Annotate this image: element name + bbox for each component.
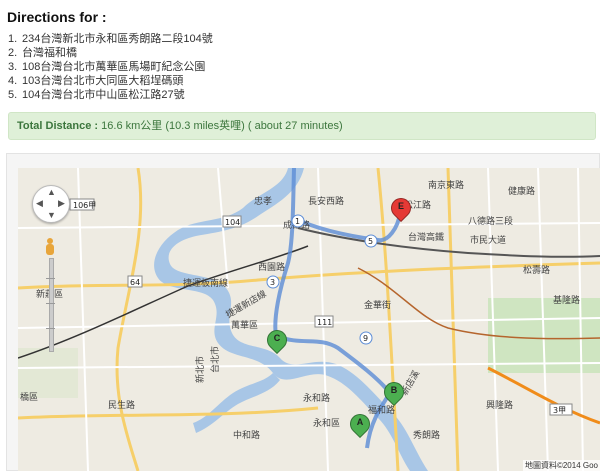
route-map[interactable]: 新莊區 萬華區 台北市 新北市 永和區 橋區 八德路三段 市民大道 台灣高鐵 長…	[18, 168, 600, 471]
list-item: 2. 台灣福和橋	[8, 46, 213, 60]
zoom-tick	[46, 328, 55, 329]
marker-letter: B	[390, 385, 398, 395]
map-canvas[interactable]: 新莊區 萬華區 台北市 新北市 永和區 橋區 八德路三段 市民大道 台灣高鐵 長…	[18, 168, 600, 471]
route-shield-label: 3甲	[553, 406, 566, 415]
stop-number: 1.	[8, 33, 18, 45]
stop-number: 4.	[8, 75, 18, 87]
route-shield-label: 64	[130, 278, 140, 287]
pan-control[interactable]: ▲ ▼ ◀ ▶	[32, 185, 70, 223]
pegman-body	[46, 244, 54, 255]
stops-list: 1. 234台灣新北市永和區秀朗路二段104號 2. 台灣福和橋 3. 108台灣台北…	[8, 32, 213, 102]
stop-address: 234台灣新北市永和區秀朗路二段104號	[22, 33, 213, 45]
stop-address: 103台灣台北市大同區大稻埕碼頭	[22, 75, 184, 87]
map-label: 台北市	[209, 346, 221, 373]
map-label: 健康路	[508, 185, 535, 197]
marker-letter: C	[273, 333, 281, 343]
marker-letter: A	[356, 417, 364, 427]
map-label: 秀朗路	[413, 429, 440, 441]
map-label: 忠孝	[254, 196, 272, 207]
stop-address: 104台灣台北市中山區松江路27號	[22, 89, 185, 101]
marker-letter: E	[397, 201, 404, 211]
map-label: 興隆路	[486, 399, 513, 411]
list-item: 1. 234台灣新北市永和區秀朗路二段104號	[8, 32, 213, 46]
map-label: 民生路	[108, 399, 135, 411]
map-marker-a[interactable]: A	[345, 409, 375, 444]
pan-left-icon[interactable]: ◀	[36, 199, 43, 208]
route-shield-label: 106甲	[73, 201, 96, 210]
route-shield-label: 3	[270, 278, 275, 287]
list-item: 4. 103台灣台北市大同區大稻埕碼頭	[8, 74, 213, 88]
stop-number: 2.	[8, 47, 18, 59]
map-label: 八德路三段	[468, 215, 513, 227]
directions-heading: Directions for :	[7, 9, 107, 25]
route-shield-label: 5	[368, 237, 373, 246]
map-marker-c[interactable]: C	[262, 325, 292, 360]
stop-number: 5.	[8, 89, 18, 101]
route-shield-label: 111	[317, 318, 332, 327]
zoom-tick	[46, 278, 55, 279]
river-branch	[193, 373, 280, 433]
map-marker-e[interactable]: E	[386, 193, 416, 228]
stop-address: 台灣福和橋	[22, 47, 77, 59]
street-view-pegman-icon[interactable]	[45, 238, 55, 256]
map-label: 西園路	[258, 261, 285, 273]
map-label: 捷運板南線	[183, 277, 228, 289]
map-label: 新北市	[194, 356, 206, 383]
zoom-tick	[46, 303, 55, 304]
map-label: 橋區	[20, 391, 38, 403]
minor-roads	[18, 168, 600, 471]
total-distance-value: 16.6 km公里 (10.3 miles英哩) ( about 27 minu…	[101, 120, 343, 132]
map-label: 基隆路	[553, 294, 580, 306]
map-label: 萬華區	[231, 319, 258, 331]
pan-up-icon[interactable]: ▲	[47, 188, 56, 197]
map-attribution[interactable]: 地圖資料©2014 Goo	[522, 460, 600, 471]
map-marker-b[interactable]: B	[379, 377, 409, 412]
zoom-slider[interactable]	[49, 258, 54, 352]
map-label: 市民大道	[470, 234, 506, 246]
stop-address: 108台灣台北市萬華區馬場町紀念公園	[22, 61, 206, 73]
map-label: 南京東路	[428, 179, 464, 191]
map-label: 永和路	[303, 392, 330, 404]
route-shield-label: 9	[363, 334, 368, 343]
pan-right-icon[interactable]: ▶	[58, 199, 65, 208]
stop-number: 3.	[8, 61, 18, 73]
map-label: 金華街	[364, 299, 391, 311]
total-distance-label: Total Distance :	[17, 120, 99, 132]
route-shield-label: 1	[295, 217, 300, 226]
list-item: 3. 108台灣台北市萬華區馬場町紀念公園	[8, 60, 213, 74]
route-shield-label: 104	[225, 218, 240, 227]
pan-down-icon[interactable]: ▼	[47, 211, 56, 220]
list-item: 5. 104台灣台北市中山區松江路27號	[8, 88, 213, 102]
map-label: 松壽路	[523, 264, 550, 276]
map-label: 長安西路	[308, 195, 344, 207]
total-distance-banner: Total Distance : 16.6 km公里 (10.3 miles英哩…	[8, 112, 596, 140]
map-label: 中和路	[233, 429, 260, 441]
map-label: 台灣高鐵	[408, 231, 444, 243]
map-label: 永和區	[313, 417, 340, 429]
